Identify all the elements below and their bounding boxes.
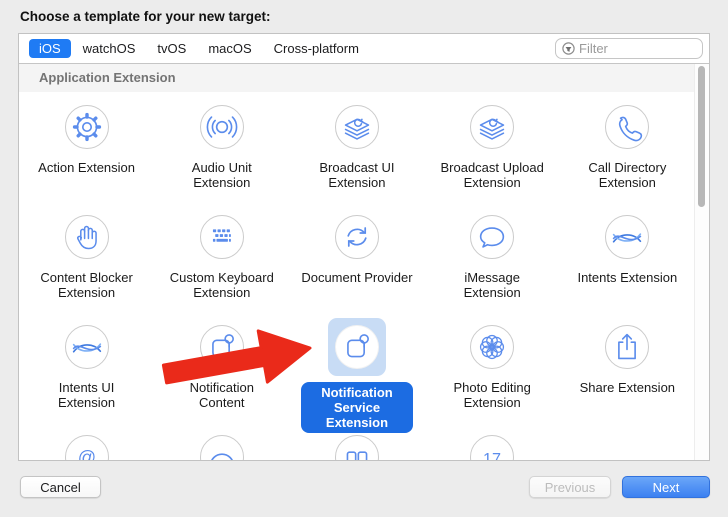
template-custom-keyboard-extension[interactable]: Custom Keyboard Extension bbox=[154, 208, 289, 300]
refresh-arrows-icon bbox=[336, 215, 378, 259]
layers-refresh-icon bbox=[336, 105, 378, 149]
template-label: Document Provider bbox=[301, 270, 412, 285]
magnifier-lens-icon bbox=[201, 435, 243, 460]
app-badge-icon bbox=[336, 325, 378, 369]
audio-waves-icon bbox=[201, 105, 243, 149]
template-content-blocker-extension[interactable]: Content Blocker Extension bbox=[19, 208, 154, 300]
hand-icon bbox=[66, 215, 108, 259]
tab-ios[interactable]: iOS bbox=[29, 39, 71, 58]
calendar-17-icon: 17 bbox=[471, 435, 513, 460]
template-document-provider[interactable]: Document Provider bbox=[289, 208, 424, 300]
template-imessage-extension[interactable]: iMessage Extension bbox=[425, 208, 560, 300]
section-header: Application Extension bbox=[19, 64, 694, 92]
template-label: Intents UI Extension bbox=[31, 380, 143, 410]
template-label: Intents Extension bbox=[577, 270, 677, 285]
page-title: Choose a template for your new target: bbox=[20, 9, 271, 24]
next-button[interactable]: Next bbox=[622, 476, 710, 498]
previous-button[interactable]: Previous bbox=[529, 476, 611, 498]
template-row: Content Blocker Extension Custom Keyboar… bbox=[19, 208, 695, 300]
crossed-waves-icon bbox=[606, 215, 648, 259]
cancel-button[interactable]: Cancel bbox=[20, 476, 101, 498]
sticker-squares-icon bbox=[336, 435, 378, 460]
template-label: Audio Unit Extension bbox=[166, 160, 278, 190]
speech-bubble-icon bbox=[471, 215, 513, 259]
tab-tvos[interactable]: tvOS bbox=[147, 39, 196, 58]
template-intents-ui-extension[interactable]: Intents UI Extension bbox=[19, 318, 154, 433]
at-icon: @ bbox=[66, 435, 108, 460]
template-partial-stickers[interactable] bbox=[289, 428, 424, 460]
template-row-partial: @ 17 bbox=[19, 428, 695, 460]
filter-input[interactable] bbox=[579, 41, 696, 56]
layers-refresh-icon bbox=[471, 105, 513, 149]
share-arrow-icon bbox=[606, 325, 648, 369]
template-partial-lens[interactable] bbox=[154, 428, 289, 460]
tab-macos[interactable]: macOS bbox=[198, 39, 261, 58]
template-audio-unit-extension[interactable]: Audio Unit Extension bbox=[154, 98, 289, 190]
filter-icon bbox=[562, 42, 575, 55]
photos-flower-icon bbox=[471, 325, 513, 369]
template-share-extension[interactable]: Share Extension bbox=[560, 318, 695, 433]
filter-field[interactable] bbox=[555, 38, 703, 59]
template-partial-seventeen[interactable]: 17 bbox=[425, 428, 560, 460]
crossed-waves-icon bbox=[66, 325, 108, 369]
keyboard-icon bbox=[201, 215, 243, 259]
template-label-selected: Notification Service Extension bbox=[301, 382, 413, 433]
template-label: Photo Editing Extension bbox=[436, 380, 548, 410]
template-chooser-panel: iOS watchOS tvOS macOS Cross-platform Ap… bbox=[18, 33, 710, 461]
gear-icon bbox=[66, 105, 108, 149]
template-label: Share Extension bbox=[580, 380, 675, 395]
svg-text:17: 17 bbox=[483, 451, 501, 460]
phone-icon bbox=[606, 105, 648, 149]
scrollbar-track[interactable] bbox=[694, 64, 709, 460]
template-label: Action Extension bbox=[38, 160, 135, 175]
template-label: Notification Content bbox=[166, 380, 278, 410]
template-label: Broadcast Upload Extension bbox=[436, 160, 548, 190]
template-label: Content Blocker Extension bbox=[31, 270, 143, 300]
template-photo-editing-extension[interactable]: Photo Editing Extension bbox=[425, 318, 560, 433]
tab-watchos[interactable]: watchOS bbox=[73, 39, 146, 58]
template-row: Action Extension Audio Unit Extension Br… bbox=[19, 98, 695, 190]
platform-tabbar: iOS watchOS tvOS macOS Cross-platform bbox=[19, 34, 709, 63]
template-partial-at[interactable]: @ bbox=[19, 428, 154, 460]
template-broadcast-upload-extension[interactable]: Broadcast Upload Extension bbox=[425, 98, 560, 190]
template-label: Custom Keyboard Extension bbox=[166, 270, 278, 300]
svg-text:@: @ bbox=[77, 448, 95, 460]
template-intents-extension[interactable]: Intents Extension bbox=[560, 208, 695, 300]
template-label: Call Directory Extension bbox=[571, 160, 683, 190]
template-action-extension[interactable]: Action Extension bbox=[19, 98, 154, 190]
app-badge-icon bbox=[201, 325, 243, 369]
tab-cross-platform[interactable]: Cross-platform bbox=[264, 39, 369, 58]
template-row: Intents UI Extension Notification Conten… bbox=[19, 318, 695, 433]
template-list: Application Extension Action Extension A… bbox=[19, 63, 709, 460]
template-broadcast-ui-extension[interactable]: Broadcast UI Extension bbox=[289, 98, 424, 190]
template-label: iMessage Extension bbox=[436, 270, 548, 300]
template-notification-content[interactable]: Notification Content bbox=[154, 318, 289, 433]
template-notification-service-extension[interactable]: Notification Service Extension bbox=[289, 318, 424, 433]
scrollbar-thumb[interactable] bbox=[698, 66, 705, 207]
template-call-directory-extension[interactable]: Call Directory Extension bbox=[560, 98, 695, 190]
template-label: Broadcast UI Extension bbox=[301, 160, 413, 190]
